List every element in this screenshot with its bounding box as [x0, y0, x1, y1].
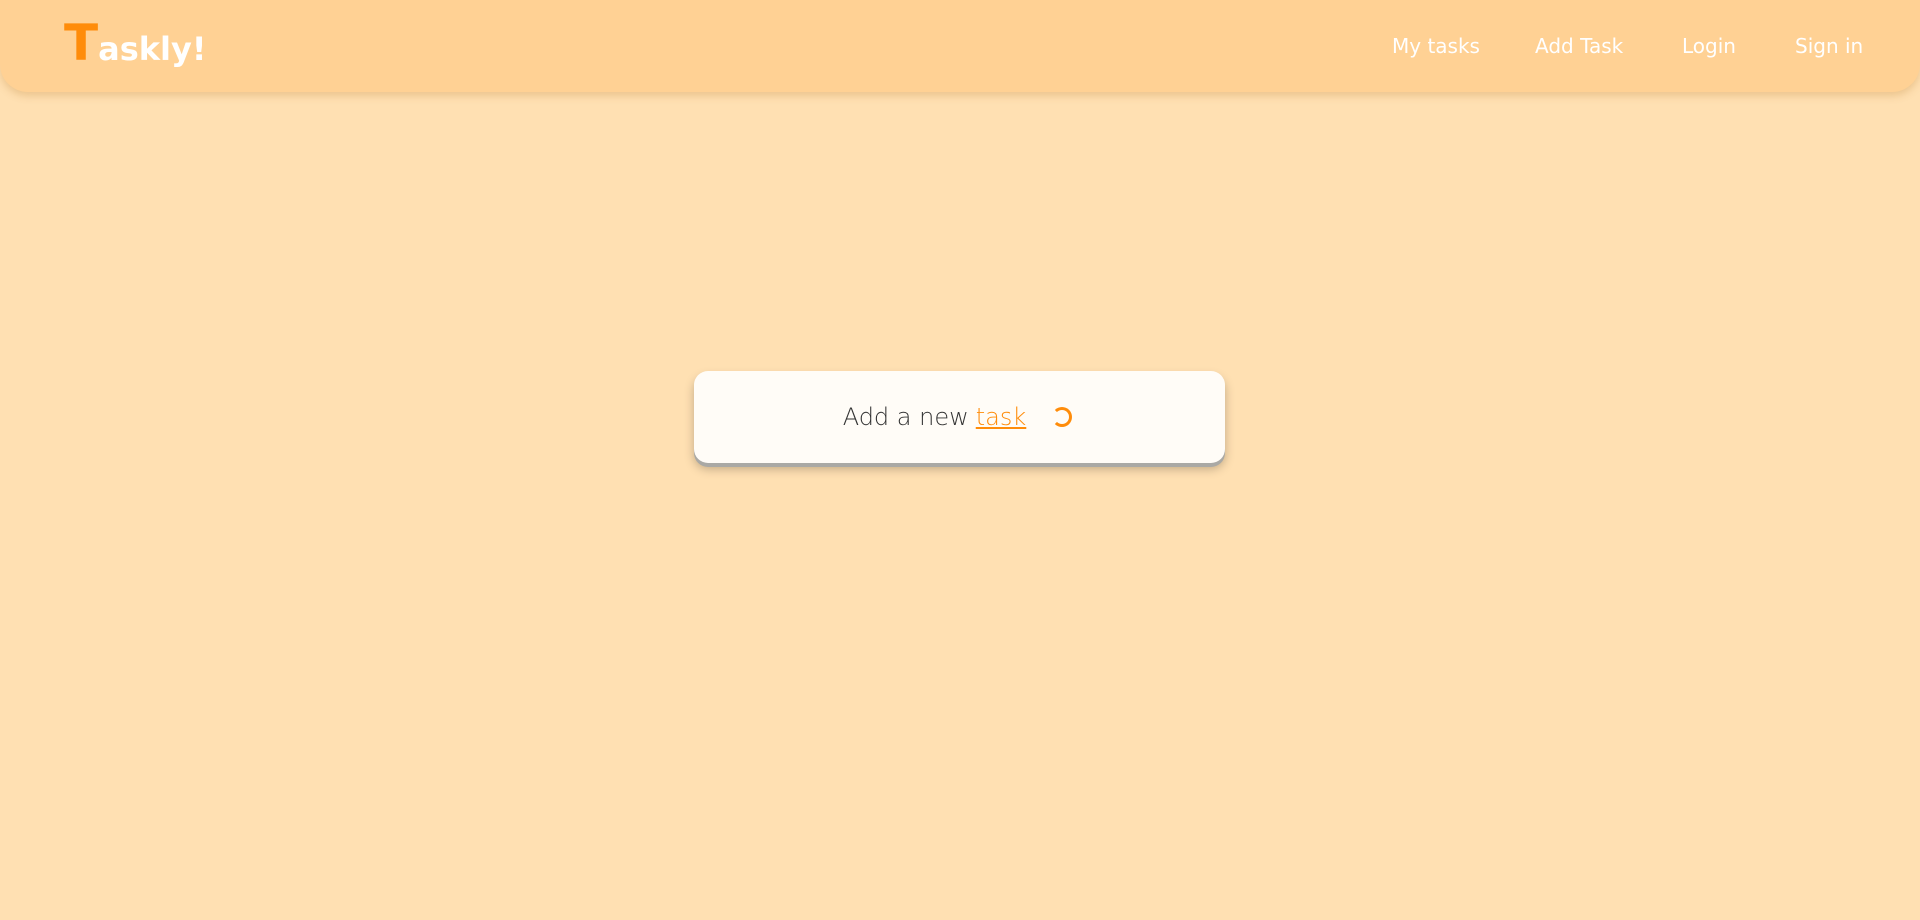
- add-task-message: Add a new task: [843, 403, 1073, 431]
- logo-initial: T: [64, 14, 99, 72]
- nav-link-add-task[interactable]: Add Task: [1535, 34, 1623, 58]
- loading-spinner-icon: [1052, 407, 1073, 427]
- nav-link-login[interactable]: Login: [1682, 34, 1736, 58]
- nav-link-sign-in[interactable]: Sign in: [1795, 34, 1863, 58]
- brand-logo[interactable]: T askly!: [64, 18, 206, 68]
- logo-wordmark: askly!: [98, 30, 207, 68]
- nav-link-my-tasks[interactable]: My tasks: [1392, 34, 1480, 58]
- add-task-link[interactable]: task: [976, 403, 1027, 431]
- add-task-prefix: Add a new: [842, 403, 969, 431]
- add-task-card: Add a new task: [694, 371, 1225, 463]
- top-navbar: T askly! My tasks Add Task Login Sign in: [0, 0, 1920, 92]
